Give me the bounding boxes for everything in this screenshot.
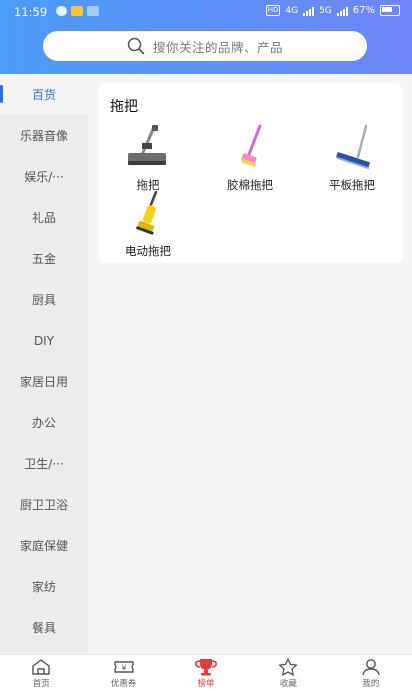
- search-icon: [127, 37, 145, 55]
- sidebar-item-entertainment[interactable]: 娱乐/···: [0, 156, 88, 197]
- tab-profile[interactable]: 我的: [330, 655, 412, 691]
- tab-label: 收藏: [279, 679, 297, 689]
- notification-icons: [56, 6, 99, 16]
- sidebar-item-label: 百货: [31, 88, 56, 102]
- status-time: 11:59: [14, 5, 48, 19]
- trophy-icon: [195, 659, 217, 676]
- tab-label: 榜单: [197, 679, 215, 689]
- sidebar-item-baihuo[interactable]: 百货: [0, 74, 88, 115]
- sidebar-item-tableware[interactable]: 餐具: [0, 607, 88, 648]
- network-4g-label: 4G: [285, 5, 299, 16]
- tab-label: 我的: [362, 679, 380, 689]
- sidebar-item-label: 餐具: [31, 621, 56, 635]
- tab-ranking[interactable]: 榜单: [165, 655, 247, 691]
- sidebar-item-label: 乐器音像: [19, 129, 68, 143]
- star-icon: [279, 658, 298, 676]
- subcategory-card: 拖把 拖把 胶棉拖把 平板拖把 电动拖把: [98, 83, 403, 263]
- battery-icon: [380, 5, 400, 16]
- mop-icon: [128, 125, 166, 165]
- product-label: 胶棉拖把: [227, 178, 273, 192]
- search-placeholder: 搜你关注的品牌、产品: [152, 39, 283, 55]
- hd-icon: HD: [265, 5, 281, 16]
- network-5g-label: 5G: [319, 5, 332, 16]
- subcategory-title: 拖把: [110, 99, 138, 115]
- sidebar-item-kitchenware[interactable]: 厨具: [0, 279, 88, 320]
- sidebar-item-textiles[interactable]: 家纺: [0, 566, 88, 607]
- coupon-icon: ¥: [113, 661, 134, 673]
- product-label: 平板拖把: [329, 178, 375, 192]
- sidebar-item-gifts[interactable]: 礼品: [0, 197, 88, 238]
- tab-favorites[interactable]: 收藏: [247, 655, 329, 691]
- product-item-mop[interactable]: 拖把: [98, 123, 198, 193]
- category-content: 拖把 拖把 胶棉拖把 平板拖把 电动拖把: [88, 74, 412, 654]
- sidebar-item-hardware[interactable]: 五金: [0, 238, 88, 279]
- sidebar-item-label: 家纺: [31, 580, 56, 594]
- bottom-tabbar: 首页 ¥ 优惠券 榜单 收藏 我的: [0, 654, 412, 691]
- tab-coupon[interactable]: ¥ 优惠券: [82, 655, 164, 691]
- signal-icon: [303, 6, 315, 16]
- sidebar-item-household[interactable]: 家居日用: [0, 361, 88, 402]
- sidebar-item-label: 家居日用: [19, 375, 68, 389]
- product-item-flat-mop[interactable]: 平板拖把: [302, 123, 402, 193]
- svg-text:¥: ¥: [121, 664, 126, 673]
- sponge-mop-icon: [241, 124, 262, 167]
- sidebar-item-label: 五金: [31, 252, 56, 266]
- sidebar-item-label: 厨卫卫浴: [19, 498, 68, 512]
- sidebar-item-diy[interactable]: DIY: [0, 320, 88, 361]
- user-icon: [362, 659, 380, 676]
- home-icon: [32, 659, 50, 675]
- product-label: 电动拖把: [125, 244, 171, 258]
- signal-icon-2: [336, 6, 348, 16]
- status-bar: 11:59 HD 4G 5G 67%: [0, 0, 412, 24]
- header: 11:59 HD 4G 5G 67% 搜你关注的品牌、产品: [0, 0, 412, 74]
- sidebar-item-label: 办公: [31, 416, 56, 430]
- sidebar-item-label: DIY: [33, 333, 55, 348]
- search-bar[interactable]: 搜你关注的品牌、产品: [43, 31, 367, 61]
- product-item-sponge-mop[interactable]: 胶棉拖把: [200, 123, 300, 193]
- sidebar-item-instruments[interactable]: 乐器音像: [0, 115, 88, 156]
- sidebar-item-office[interactable]: 办公: [0, 402, 88, 443]
- sidebar-item-hygiene[interactable]: 卫生/···: [0, 443, 88, 484]
- electric-mop-icon: [136, 190, 158, 235]
- sidebar-item-healthcare[interactable]: 家庭保健: [0, 525, 88, 566]
- gallery-icon: [87, 6, 99, 16]
- product-item-electric-mop[interactable]: 电动拖把: [98, 189, 198, 259]
- message-icon: [56, 6, 67, 16]
- flat-mop-icon: [336, 124, 370, 169]
- category-sidebar: 百货 乐器音像 娱乐/··· 礼品 五金 厨具 DIY 家居日用 办公 卫生/·…: [0, 74, 88, 654]
- sidebar-item-label: 礼品: [31, 211, 56, 225]
- tab-label: 优惠券: [110, 679, 137, 689]
- sidebar-item-label: 娱乐/···: [24, 170, 64, 184]
- sidebar-item-bathroom[interactable]: 厨卫卫浴: [0, 484, 88, 525]
- sidebar-item-label: 卫生/···: [24, 457, 64, 471]
- status-indicators: HD 4G 5G 67%: [265, 5, 400, 16]
- sidebar-item-label: 家庭保健: [19, 539, 68, 553]
- battery-percent: 67%: [352, 5, 375, 16]
- tab-label: 首页: [32, 679, 50, 689]
- sidebar-item-label: 厨具: [31, 293, 56, 307]
- app-notification-icon: [71, 6, 83, 16]
- tab-home[interactable]: 首页: [0, 655, 82, 691]
